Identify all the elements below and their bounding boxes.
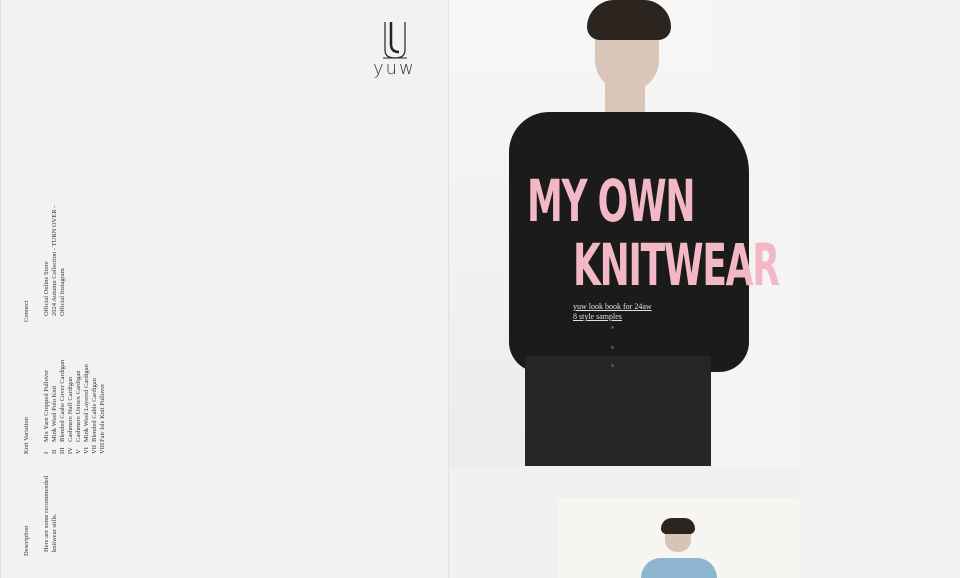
item-label: Cashmere Unisex Cardigan <box>75 370 82 442</box>
list-item[interactable]: VII Blended Cable Cardigan <box>91 360 99 454</box>
description-heading: Description <box>23 526 31 556</box>
model2-sweater <box>641 558 717 578</box>
right-margin <box>799 0 960 578</box>
item-num: VII <box>91 444 98 454</box>
item-num: II <box>51 449 58 454</box>
item-num: V <box>75 449 82 454</box>
item-label: Mix Yarn Cropped Pullover <box>43 369 50 442</box>
item-label: Cashmere Nuff Cardigan <box>67 376 74 442</box>
style-samples-link[interactable]: 8 style samples <box>573 312 652 322</box>
hero-image: MY OWN KNITWEAR yuw look book for 24aw 8… <box>449 0 799 466</box>
model2-hair <box>661 518 695 534</box>
item-label: Blended Cable Cardigan <box>91 378 98 442</box>
description-line: knitwear stills. <box>51 513 58 552</box>
item-num: IV <box>67 447 74 454</box>
button-dot <box>611 364 614 367</box>
button-dot <box>611 346 614 349</box>
brand-logo[interactable]: yuw <box>369 18 425 82</box>
list-item[interactable]: VIIIFair Isle Knit Pullover <box>99 360 107 454</box>
model-hair <box>587 0 671 40</box>
model-pants <box>525 356 711 466</box>
left-panel: yuw Connect Official Online Store 2024 A… <box>0 0 449 578</box>
item-num: VIII <box>99 442 106 454</box>
item-label: Fair Isle Knit Pullover <box>99 383 106 442</box>
list-item[interactable]: I Mix Yarn Cropped Pullover <box>43 360 51 454</box>
headline-line1: MY OWN <box>527 167 695 235</box>
list-item[interactable]: II Mink Wool Polo Knit <box>51 360 59 454</box>
item-label: Blended Cashe Cover Cardigan <box>59 359 66 442</box>
hero-links: yuw look book for 24aw 8 style samples <box>573 302 652 322</box>
button-dot <box>611 326 614 329</box>
list-item[interactable]: V Cashmere Unisex Cardigan <box>75 360 83 454</box>
connect-links: Official Online Store 2024 Autumn Collec… <box>43 206 67 316</box>
list-item[interactable]: III Blended Cashe Cover Cardigan <box>59 360 67 454</box>
connect-link[interactable]: Official Online Store <box>43 206 51 316</box>
headline-line2: KNITWEAR <box>573 231 780 299</box>
connect-link[interactable]: 2024 Autumn Collection - TURN OVER - <box>51 206 59 316</box>
item-num: I <box>43 451 50 454</box>
second-image <box>557 498 799 578</box>
knit-variation-list: I Mix Yarn Cropped Pullover II Mink Wool P… <box>43 360 107 454</box>
item-label: Mink Wool Polo Knit <box>51 385 58 442</box>
connect-link[interactable]: Official Instagram <box>59 206 67 316</box>
list-item[interactable]: VI Mink Wool Layered Cardigan <box>83 360 91 454</box>
item-label: Mink Wool Layered Cardigan <box>83 364 90 442</box>
description-text: Here are some recommended knitwear still… <box>43 476 59 552</box>
description-line: Here are some recommended <box>43 476 50 552</box>
connect-heading: Connect <box>23 300 31 322</box>
item-num: VI <box>83 447 90 454</box>
lookbook-link[interactable]: yuw look book for 24aw <box>573 302 652 312</box>
hero-column: MY OWN KNITWEAR yuw look book for 24aw 8… <box>448 0 800 578</box>
u-lettermark-icon <box>383 22 407 59</box>
item-num: III <box>59 447 66 455</box>
list-item[interactable]: IV Cashmere Nuff Cardigan <box>67 360 75 454</box>
knit-variation-heading-text: Knit Variation <box>23 417 30 454</box>
knit-variation-heading: Knit Variation <box>23 417 31 454</box>
logo-text: yuw <box>373 58 416 79</box>
connect-heading-text: Connect <box>23 300 30 322</box>
description-heading-text: Description <box>23 525 30 556</box>
